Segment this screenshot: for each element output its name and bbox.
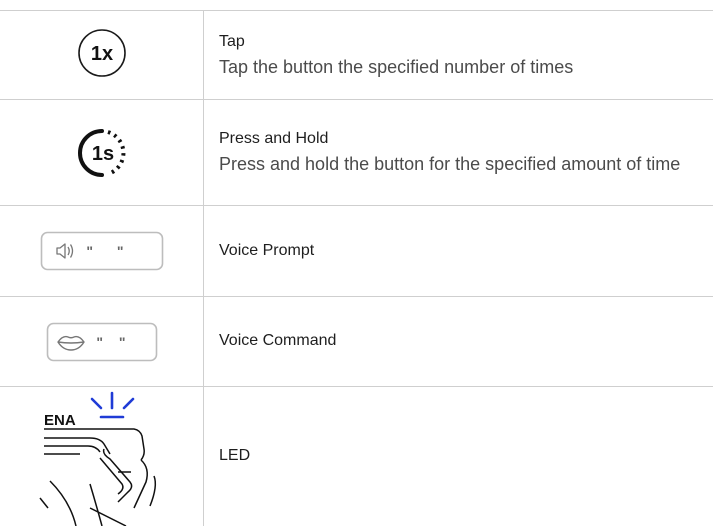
icon-legend-table: 1x Tap Tap the button the specified numb…: [0, 0, 713, 526]
legend-row-voice-command: " " Voice Command: [0, 296, 713, 386]
voice-prompt-icon: " ": [40, 231, 164, 271]
icon-cell: ENA: [0, 386, 203, 526]
legend-row-tap: 1x Tap Tap the button the specified numb…: [0, 10, 713, 99]
tap-1x-icon: 1x: [78, 29, 126, 77]
device-brand-text: ENA: [44, 412, 76, 429]
legend-term: Voice Command: [219, 332, 337, 349]
text-cell: Voice Command: [219, 296, 703, 386]
legend-term: Tap: [219, 32, 245, 50]
press-hold-icon-label: 1s: [92, 143, 114, 165]
legend-term: LED: [219, 447, 251, 464]
legend-row-voice-prompt: " " Voice Prompt: [0, 205, 713, 296]
voice-command-quotes: " ": [96, 334, 131, 350]
led-icon: ENA: [39, 391, 157, 526]
text-cell: Press and Hold Press and hold the button…: [219, 99, 703, 205]
legend-row-press-hold: 1s Press and Hold Press and hold the but…: [0, 99, 713, 205]
voice-prompt-quotes: " ": [86, 243, 133, 259]
legend-description: Press and hold the button for the specif…: [219, 154, 681, 174]
press-hold-1s-icon: 1s: [78, 129, 126, 177]
legend-description: Tap the button the specified number of t…: [219, 56, 574, 77]
icon-cell: " ": [0, 296, 203, 386]
legend-row-led: ENA LED: [0, 386, 713, 526]
icon-cell: 1s: [0, 99, 203, 205]
legend-term: Press and Hold: [219, 130, 329, 147]
icon-cell: " ": [0, 205, 203, 296]
tap-icon-label: 1x: [91, 43, 113, 65]
icon-cell: 1x: [0, 10, 203, 99]
led-light-rays: [90, 391, 135, 419]
voice-command-icon: " ": [46, 322, 158, 362]
text-cell: Tap Tap the button the specified number …: [219, 10, 703, 99]
text-cell: Voice Prompt: [219, 205, 703, 296]
text-cell: LED: [219, 386, 703, 526]
legend-term: Voice Prompt: [219, 241, 315, 259]
headset-device-outline: [39, 428, 157, 526]
